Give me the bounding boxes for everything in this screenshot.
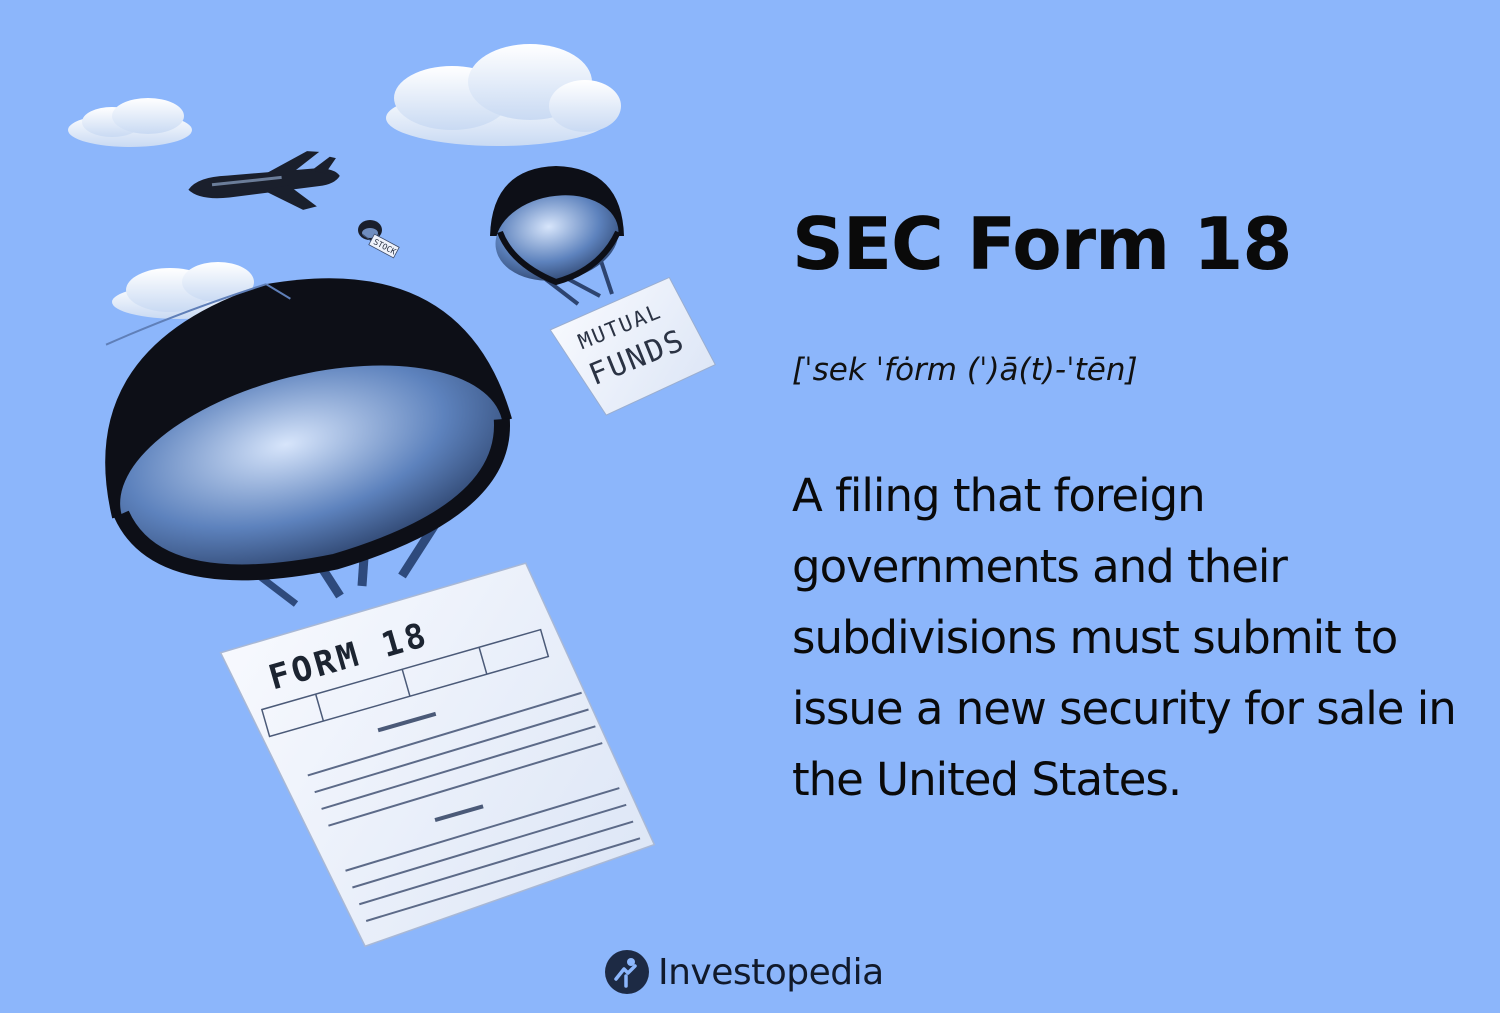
brand-logo: Investopedia [604, 944, 884, 1000]
infographic-canvas: STOCK MUTUAL FUNDS FORM 18 SEC Form 18 [… [0, 0, 1500, 1013]
pronunciation: [ˈsek ˈfȯrm (ˈ)ā(t)-ˈtēn] [792, 352, 1138, 388]
cloud-small-left [68, 98, 192, 147]
mutual-funds-parachute: MUTUAL FUNDS [490, 166, 716, 416]
airplane-icon [188, 151, 340, 210]
parachute-illustration: STOCK MUTUAL FUNDS FORM 18 [68, 44, 716, 948]
cloud-large-top [386, 44, 621, 146]
stock-parachute: STOCK [358, 220, 400, 259]
page-title: SEC Form 18 [792, 202, 1292, 286]
definition-text: A filing that foreign governments and th… [792, 469, 1457, 806]
brand-name: Investopedia [658, 951, 884, 993]
investopedia-logo-icon [605, 950, 649, 994]
